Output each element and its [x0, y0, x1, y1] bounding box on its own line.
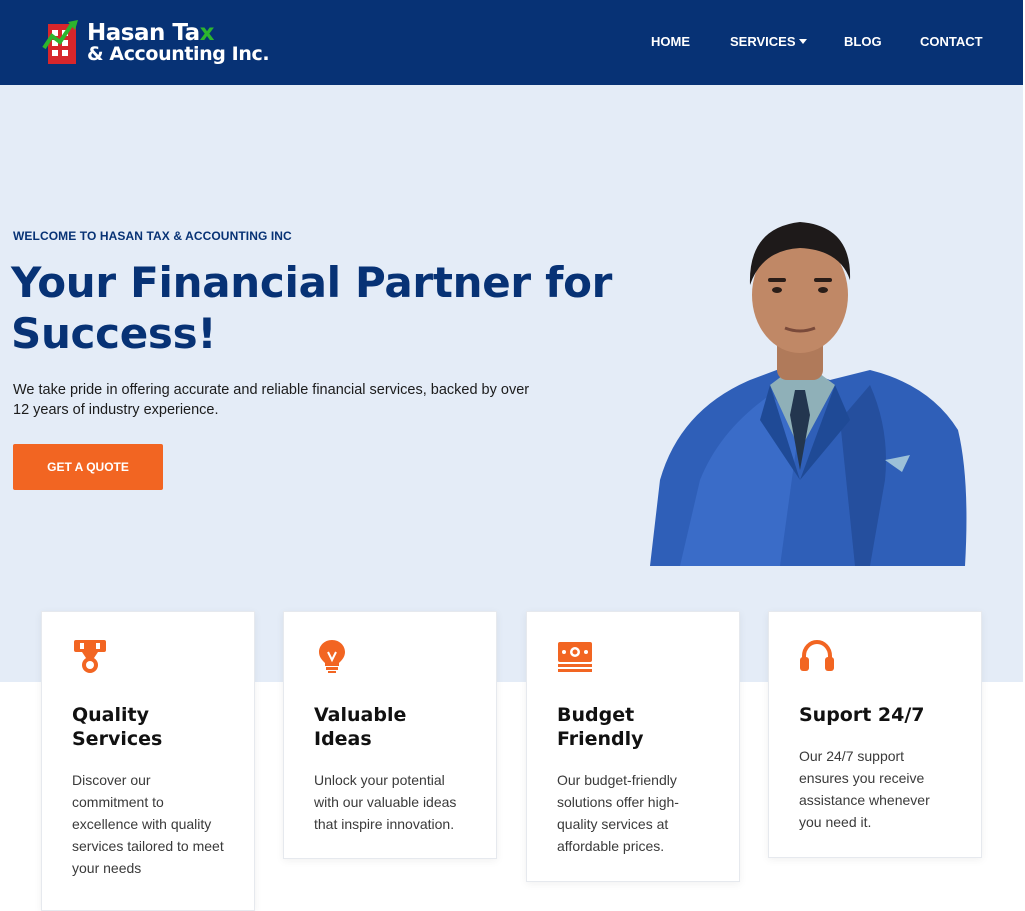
logo-text-line2: & Accounting Inc.: [87, 43, 270, 65]
feature-card-ideas: Valuable Ideas Unlock your potential wit…: [283, 611, 497, 859]
hero-headline: Your Financial Partner for Success!: [11, 258, 613, 358]
feature-title: Budget Friendly: [557, 704, 644, 750]
hero-lead-text: We take pride in offering accurate and r…: [13, 382, 530, 418]
feature-text: Our budget-friendly solutions offer high…: [557, 772, 679, 854]
get-quote-button[interactable]: GET A QUOTE: [13, 444, 163, 490]
feature-card-quality: Quality Services Discover our commitment…: [41, 611, 255, 911]
nav-services[interactable]: SERVICES: [730, 34, 807, 49]
logo-building-icon: [42, 20, 78, 64]
lightbulb-icon: [319, 640, 345, 673]
nav-blog[interactable]: BLOG: [844, 34, 882, 49]
advisor-portrait: [650, 222, 967, 566]
money-bill-icon: [558, 642, 592, 672]
hero-eyebrow: WELCOME TO HASAN TAX & ACCOUNTING INC: [13, 229, 292, 243]
feature-text: Our 24/7 support ensures you receive ass…: [799, 748, 930, 830]
feature-text: Unlock your potential with our valuable …: [314, 772, 457, 832]
feature-title: Quality Services: [72, 704, 163, 750]
feature-card-budget: Budget Friendly Our budget-friendly solu…: [526, 611, 740, 882]
headset-icon: [800, 639, 834, 671]
hero-section: WELCOME TO HASAN TAX & ACCOUNTING INC Yo…: [0, 85, 1023, 682]
caret-down-icon: [798, 39, 807, 44]
feature-card-support: Suport 24/7 Our 24/7 support ensures you…: [768, 611, 982, 858]
nav-services-label: SERVICES: [730, 34, 796, 49]
nav-contact[interactable]: CONTACT: [920, 34, 983, 49]
company-logo[interactable]: Hasan Tax & Accounting Inc.: [42, 18, 282, 68]
medal-icon: [74, 640, 106, 673]
nav-home[interactable]: HOME: [651, 34, 690, 49]
feature-title: Suport 24/7: [799, 704, 925, 726]
feature-text: Discover our commitment to excellence wi…: [72, 772, 224, 876]
site-header: Hasan Tax & Accounting Inc. HOME SERVICE…: [0, 0, 1023, 85]
feature-title: Valuable Ideas: [314, 704, 407, 750]
